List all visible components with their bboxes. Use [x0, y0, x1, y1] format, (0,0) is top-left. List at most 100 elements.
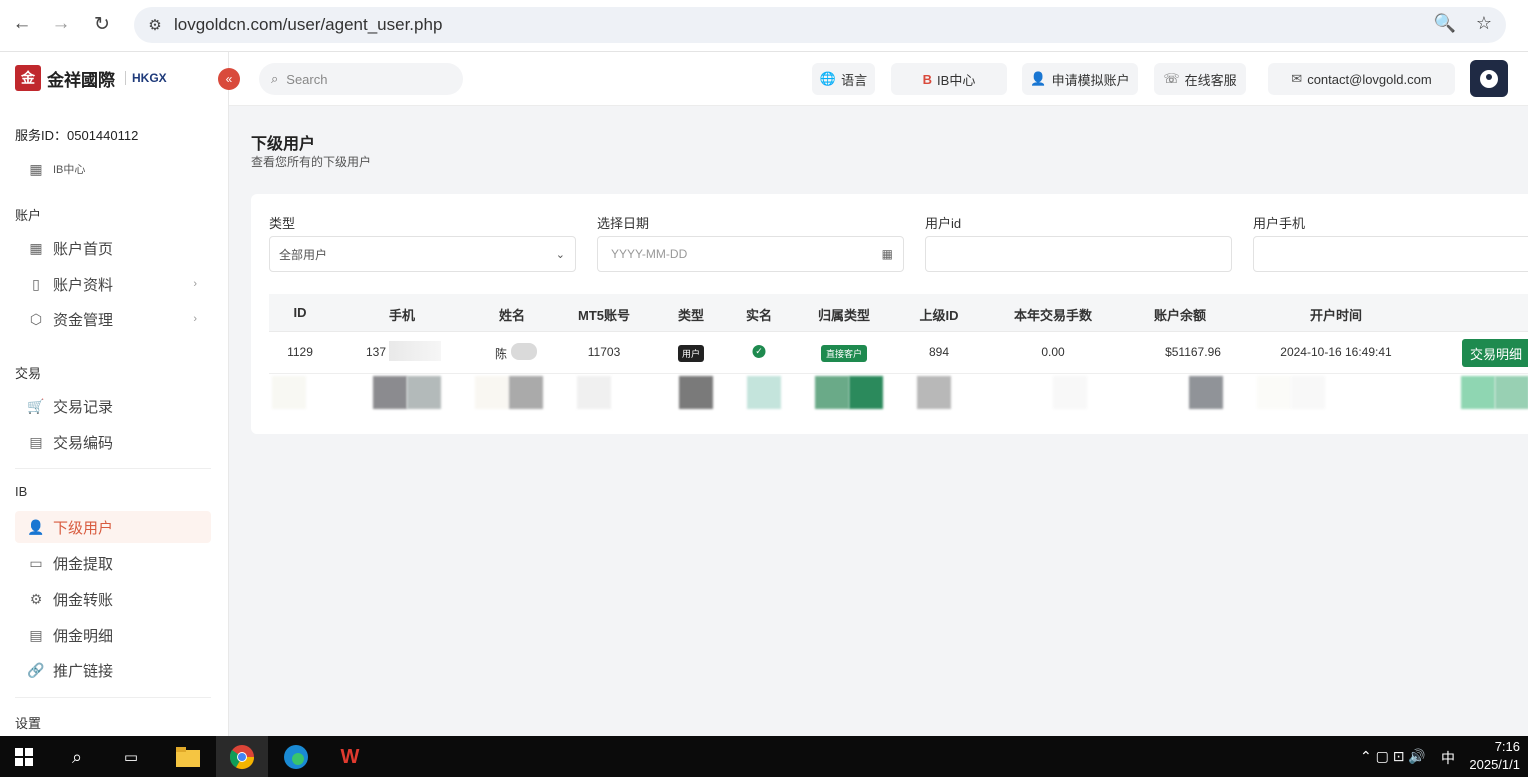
chrome-icon[interactable] [216, 736, 268, 777]
sidebar-item-ib-center[interactable]: ▦ IB中心 [15, 153, 211, 185]
sidebar-section-settings: 设置 [15, 716, 42, 731]
redacted-block [509, 376, 543, 409]
user-icon: 👤 [27, 518, 45, 535]
document-icon: ▤ [29, 626, 43, 643]
trade-detail-button[interactable]: 交易明细 [1462, 339, 1528, 367]
sidebar-item-label: IB中心 [53, 164, 86, 176]
table-row: 1129 137 陈 11703 用户 ✓ 直接客户 894 0.00 $511… [269, 332, 1528, 374]
page-title: 下级用户 [251, 136, 316, 153]
column-header-phone: 手机 [388, 308, 416, 323]
type-select[interactable]: 全部用户 ⌄ [269, 236, 576, 272]
user-avatar-icon [1480, 69, 1498, 88]
sidebar-item-label: 推广链接 [53, 662, 114, 680]
clock-date: 2025/1/1 [1469, 757, 1520, 772]
email-label: contact@lovgold.com [1307, 71, 1432, 87]
phone-input[interactable] [1253, 236, 1528, 272]
sidebar-item-fund-mgmt[interactable]: ⬡ 资金管理 › [15, 303, 211, 335]
page-subtitle: 查看您所有的下级用户 [251, 155, 372, 169]
redacted-block [815, 376, 849, 409]
redacted-block [373, 376, 407, 409]
windows-start-icon[interactable] [12, 744, 36, 770]
zoom-icon[interactable]: 🔍 [1433, 13, 1455, 34]
date-filter-label: 选择日期 [597, 216, 650, 231]
cell-phone: 137 [365, 345, 387, 359]
back-icon[interactable]: ← [2, 13, 42, 35]
redacted-block [1257, 376, 1291, 409]
sidebar-item-trade-code[interactable]: ▤ 交易编码 [15, 426, 211, 458]
collapse-sidebar-button[interactable]: « [218, 68, 240, 90]
redacted-block [679, 376, 713, 409]
redacted-block [1189, 376, 1223, 409]
logo[interactable]: 金 金祥國際 HKGX [15, 65, 167, 91]
column-header-lots: 本年交易手数 [1013, 308, 1093, 323]
demo-account-button[interactable]: 👤 申请模拟账户 [1022, 63, 1138, 95]
redacted-block [1291, 376, 1325, 409]
address-bar[interactable]: ⚙ lovgoldcn.com/user/agent_user.php 🔍 ☆ [134, 7, 1506, 43]
phone-icon: ▯ [32, 275, 40, 292]
taskbar: ⌕ ▭ W ⌃ ▢ ⊡ 🔊 中 7:16 2025/1/1 [0, 736, 1528, 777]
ib-center-button[interactable]: B IB中心 [891, 63, 1007, 95]
sidebar-item-promo-link[interactable]: 🔗 推广链接 [15, 654, 211, 686]
logo-brand: 金祥國際 [47, 70, 115, 91]
redacted-block [577, 376, 611, 409]
column-header-balance: 账户余额 [1153, 308, 1207, 323]
userid-filter-label: 用户id [925, 216, 962, 231]
search-icon[interactable]: ⌕ [64, 744, 90, 770]
sidebar-item-trade-records[interactable]: 🛒 交易记录 [15, 390, 211, 422]
chip-icon: ⚙ [29, 590, 43, 607]
redacted-block [849, 376, 883, 409]
online-service-label: 在线客服 [1184, 72, 1237, 88]
cell-name: 陈 [494, 347, 508, 361]
sidebar-item-commission-transfer[interactable]: ⚙ 佣金转账 [15, 583, 211, 615]
ime-indicator[interactable]: 中 [1441, 748, 1455, 768]
table-header: ID 手机 姓名 MT5账号 类型 实名 归属类型 上级ID 本年交易手数 账户… [269, 294, 1528, 332]
reload-icon[interactable]: ↻ [82, 13, 122, 36]
belong-badge: 直接客户 [820, 345, 868, 362]
type-select-value: 全部用户 [279, 247, 328, 262]
file-explorer-icon[interactable] [174, 744, 202, 770]
phone-filter-label: 用户手机 [1253, 216, 1306, 231]
redacted-block [1495, 376, 1528, 409]
search-input[interactable]: ⌕ Search [259, 63, 463, 95]
column-header-verified: 实名 [745, 308, 773, 323]
sidebar-section-account: 账户 [15, 208, 42, 223]
email-button[interactable]: ✉ contact@lovgold.com [1268, 63, 1455, 95]
main-content: 下级用户 查看您所有的下级用户 类型 全部用户 ⌄ 选择日期 YYYY-MM-D… [229, 106, 1528, 736]
demo-account-label: 申请模拟账户 [1051, 72, 1130, 88]
site-info-icon[interactable]: ⚙ [140, 16, 170, 34]
grid-icon: ▦ [29, 239, 43, 256]
bitcoin-icon: B [922, 71, 933, 87]
cell-opened: 2024-10-16 16:49:41 [1280, 345, 1392, 359]
language-button[interactable]: 🌐 语言 [812, 63, 875, 95]
topbar: ⌕ Search 🌐 语言 B IB中心 👤 申请模拟账户 ☏ 在线客服 ✉ c… [229, 52, 1528, 106]
clock[interactable]: 7:16 2025/1/1 [1469, 738, 1520, 774]
online-service-button[interactable]: ☏ 在线客服 [1154, 63, 1246, 95]
wps-icon[interactable]: W [336, 744, 364, 770]
task-view-icon[interactable]: ▭ [118, 744, 144, 770]
bookmark-star-icon[interactable]: ☆ [1476, 13, 1492, 34]
redacted-block [407, 376, 441, 409]
sidebar-item-commission-withdraw[interactable]: ▭ 佣金提取 [15, 547, 211, 579]
chevron-right-icon: › [193, 313, 197, 325]
forward-icon[interactable]: → [41, 13, 81, 35]
sidebar-item-account-home[interactable]: ▦ 账户首页 [15, 232, 211, 264]
sidebar-item-commission-detail[interactable]: ▤ 佣金明细 [15, 619, 211, 651]
grid-icon: ▦ [29, 160, 43, 177]
url-text[interactable]: lovgoldcn.com/user/agent_user.php [174, 15, 442, 35]
sidebar-item-label: 下级用户 [53, 519, 114, 537]
system-tray-icons[interactable]: ⌃ ▢ ⊡ 🔊 [1360, 748, 1426, 765]
edge-icon[interactable] [282, 744, 310, 770]
sidebar: 金 金祥國際 HKGX 服务ID：0501440112 ▦ IB中心 账户 ▦ … [0, 52, 229, 736]
search-icon: ⌕ [271, 71, 279, 86]
sidebar-item-sub-users[interactable]: 👤 下级用户 [15, 511, 211, 543]
chevron-down-icon: ⌄ [555, 248, 565, 261]
userid-input[interactable] [925, 236, 1232, 272]
avatar[interactable] [1470, 60, 1508, 97]
sidebar-item-account-info[interactable]: ▯ 账户资料 › [15, 268, 211, 300]
language-label: 语言 [841, 72, 868, 88]
sidebar-section-trade: 交易 [15, 366, 42, 381]
cell-lots: 0.00 [1041, 345, 1065, 359]
column-header-mt5: MT5账号 [577, 308, 631, 323]
date-input[interactable]: YYYY-MM-DD ▦ [597, 236, 904, 272]
filter-table-card: 类型 全部用户 ⌄ 选择日期 YYYY-MM-DD ▦ 用户id 用户手机 ID… [251, 194, 1528, 434]
